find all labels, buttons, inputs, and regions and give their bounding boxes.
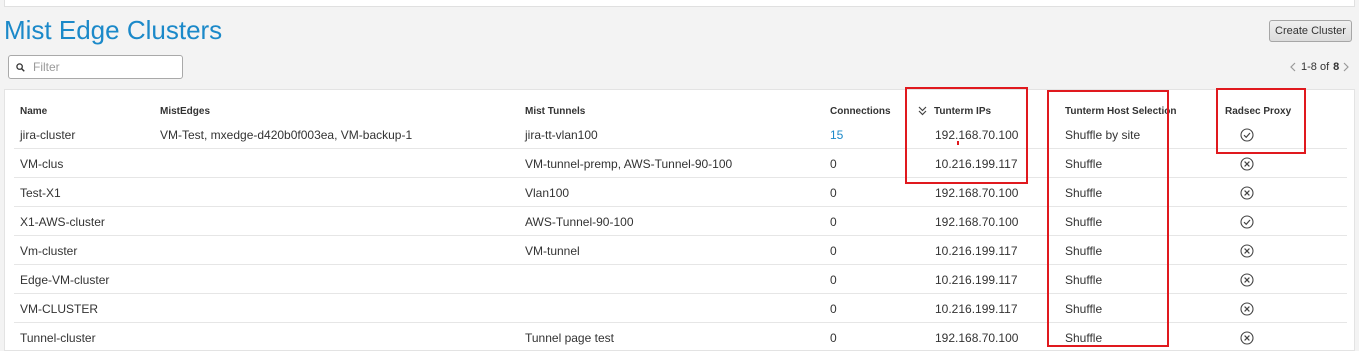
check-circle-icon: [1240, 215, 1254, 229]
annotation-mark: [957, 141, 959, 145]
x-circle-icon: [1240, 157, 1254, 171]
x-circle-icon: [1240, 186, 1254, 200]
cell-mist-tunnels: jira-tt-vlan100: [525, 128, 598, 142]
cell-tunterm-ips: 192.168.70.100: [935, 331, 1019, 345]
cell-tunterm-ips: 192.168.70.100: [935, 186, 1019, 200]
cell-tunterm-ips: 10.216.199.117: [935, 244, 1018, 258]
cell-mist-tunnels: VM-tunnel-premp, AWS-Tunnel-90-100: [525, 157, 733, 171]
chevron-left-icon[interactable]: [1286, 59, 1300, 75]
filter-box[interactable]: [8, 55, 183, 79]
cell-connections: 0: [830, 157, 837, 171]
pagination-range: 1-8 of: [1301, 61, 1330, 73]
filter-input[interactable]: [33, 58, 178, 76]
annotation-highlight-radsec-proxy: [1216, 88, 1306, 154]
column-header-mist-tunnels[interactable]: Mist Tunnels: [525, 106, 585, 118]
cell-name: VM-CLUSTER: [20, 302, 99, 316]
column-header-connections[interactable]: Connections: [830, 106, 891, 118]
cell-mist-tunnels: Vlan100: [525, 186, 570, 200]
cell-name: X1-AWS-cluster: [20, 215, 105, 229]
chevron-right-icon[interactable]: [1339, 59, 1353, 75]
x-circle-icon: [1240, 331, 1254, 345]
cell-name: jira-cluster: [20, 128, 76, 142]
cell-connections: 0: [830, 302, 837, 316]
cell-name: Tunnel-cluster: [20, 331, 96, 345]
cell-tunterm-ips: 10.216.199.117: [935, 273, 1018, 287]
search-icon: [16, 63, 25, 72]
cell-connections: 0: [830, 331, 837, 345]
column-header-mistedges[interactable]: MistEdges: [160, 106, 210, 118]
create-cluster-button[interactable]: Create Cluster: [1269, 20, 1352, 42]
top-panel-edge: [4, 0, 1355, 7]
cell-mist-tunnels: Tunnel page test: [525, 331, 614, 345]
cell-name: Edge-VM-cluster: [20, 273, 110, 287]
cell-name: VM-clus: [20, 157, 64, 171]
cell-mist-tunnels: VM-tunnel: [525, 244, 580, 258]
cell-mistedges: VM-Test, mxedge-d420b0f003ea, VM-backup-…: [160, 128, 413, 142]
cell-connections: 0: [830, 273, 837, 287]
page-title: Mist Edge Clusters: [4, 15, 223, 45]
annotation-highlight-host-selection: [1047, 90, 1169, 347]
cell-connections: 0: [830, 244, 837, 258]
connections-link[interactable]: 15: [830, 128, 843, 142]
cell-connections: 0: [830, 186, 837, 200]
cell-name: Test-X1: [20, 186, 61, 200]
cell-tunterm-ips: 10.216.199.117: [935, 302, 1018, 316]
cell-name: Vm-cluster: [20, 244, 78, 258]
cell-connections: 0: [830, 215, 837, 229]
x-circle-icon: [1240, 302, 1254, 316]
pagination: 1-8 of 8: [1286, 59, 1353, 75]
cell-tunterm-ips: 192.168.70.100: [935, 215, 1019, 229]
x-circle-icon: [1240, 273, 1254, 287]
x-circle-icon: [1240, 244, 1254, 258]
cell-mist-tunnels: AWS-Tunnel-90-100: [525, 215, 634, 229]
column-header-name[interactable]: Name: [20, 106, 47, 118]
annotation-highlight-tunterm-ips: [905, 87, 1028, 184]
